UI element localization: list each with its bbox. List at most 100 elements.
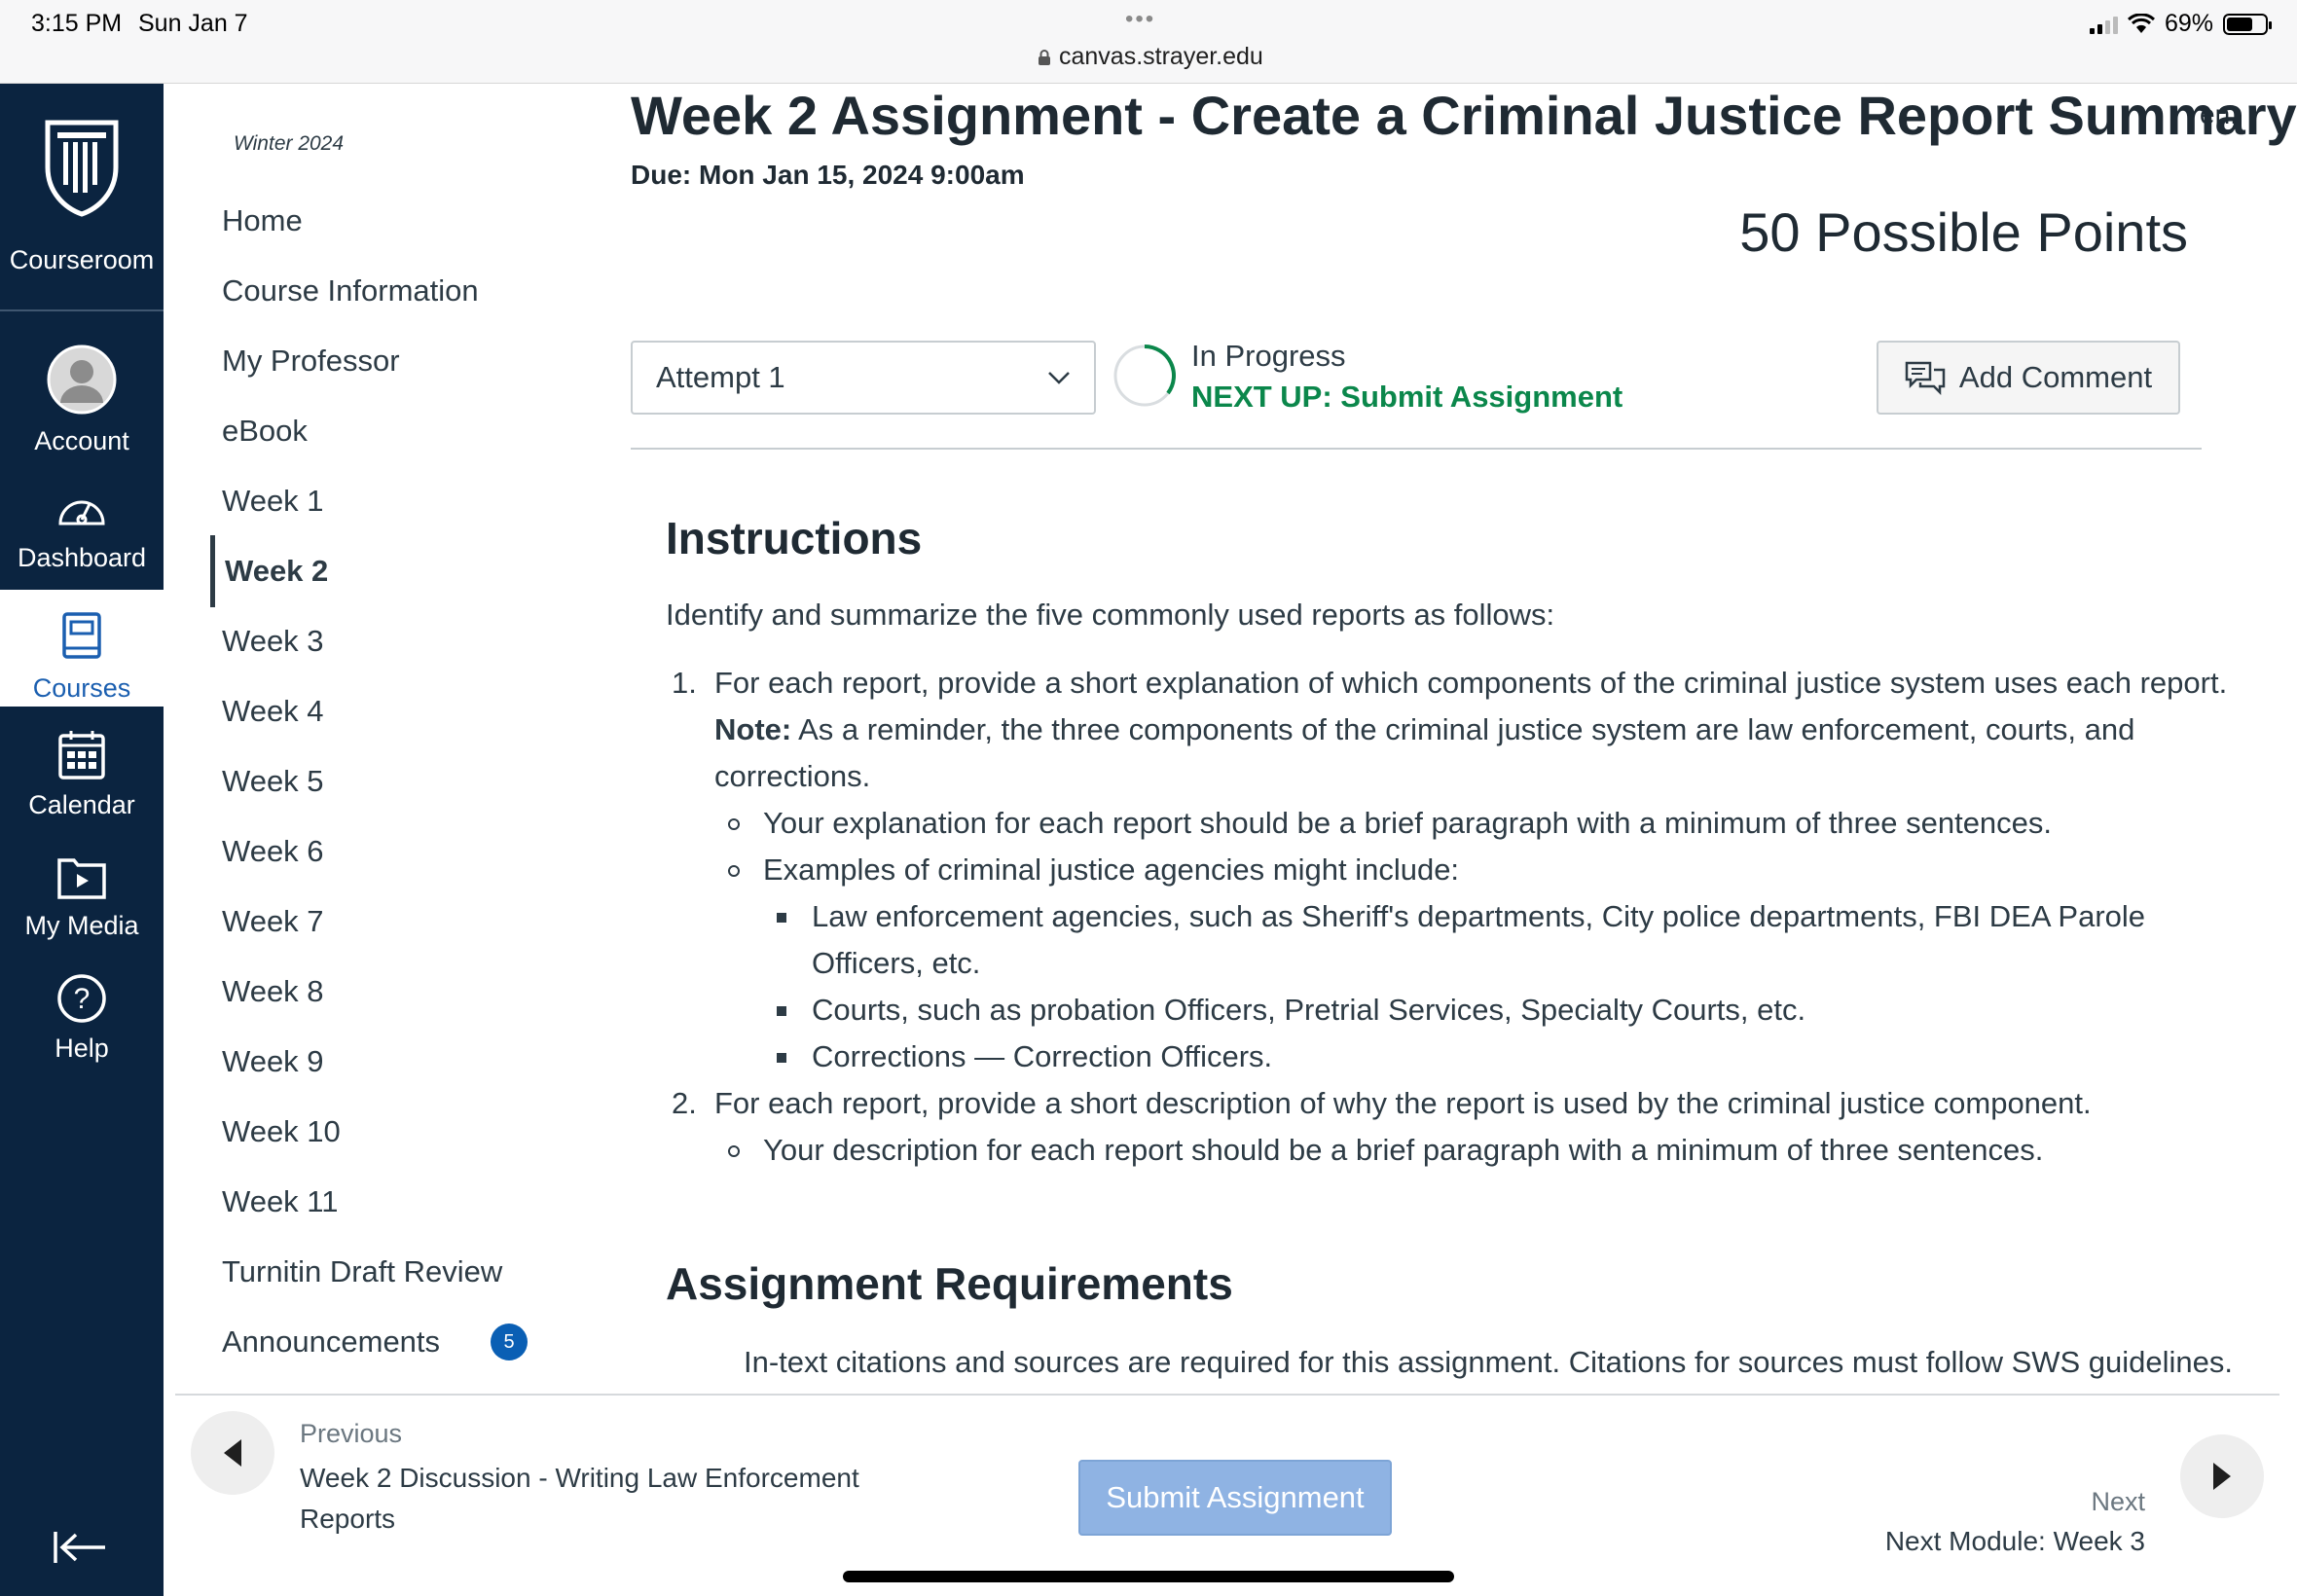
submit-assignment-button[interactable]: Submit Assignment (1078, 1460, 1392, 1536)
course-nav-ebook[interactable]: eBook (222, 407, 308, 455)
global-nav-dashboard[interactable]: Dashboard (0, 490, 164, 588)
list-item-text: Your explanation for each report should … (763, 806, 2053, 840)
global-nav-my-media[interactable]: My Media (0, 852, 164, 960)
next-up-text: NEXT UP: Submit Assignment (1191, 380, 1623, 414)
progress-ring-icon (1113, 345, 1176, 407)
courses-label: Courses (32, 673, 131, 703)
list-item: 2. For each report, provide a short desc… (666, 1080, 2262, 1174)
media-folder-icon (57, 858, 106, 899)
wifi-icon (2127, 13, 2155, 33)
my-media-label: My Media (24, 911, 139, 940)
header-divider (631, 448, 2202, 450)
courseroom-label: Courseroom (9, 245, 155, 274)
list-item-text: Law enforcement agencies, such as Sherif… (812, 899, 2146, 980)
truncated-text: en, (2200, 99, 2238, 129)
instructions-intro: Identify and summarize the five commonly… (666, 598, 1555, 632)
requirements-heading: Assignment Requirements (666, 1258, 1233, 1309)
collapse-arrow-icon[interactable] (53, 1530, 107, 1565)
course-nav-home[interactable]: Home (222, 197, 303, 245)
course-nav-week-8[interactable]: Week 8 (222, 967, 324, 1016)
course-nav-my-professor[interactable]: My Professor (222, 337, 400, 385)
account-avatar-icon (47, 345, 117, 415)
course-nav-turnitin-draft-review[interactable]: Turnitin Draft Review (222, 1248, 502, 1296)
instructions-list: 1. For each report, provide a short expl… (666, 660, 2262, 1174)
home-indicator[interactable] (843, 1571, 1454, 1582)
list-item: Your explanation for each report should … (714, 800, 2262, 847)
list-item: Examples of criminal justice agencies mi… (714, 847, 2262, 1080)
due-date: Due: Mon Jan 15, 2024 9:00am (631, 160, 1025, 190)
calendar-label: Calendar (28, 790, 135, 819)
book-icon (62, 612, 101, 659)
account-label: Account (34, 426, 129, 455)
global-nav-divider (0, 309, 164, 311)
status-time: 3:15 PM (31, 10, 123, 37)
list-item-text: Courts, such as probation Officers, Pret… (812, 993, 1806, 1027)
global-nav-courses[interactable]: Courses (0, 590, 164, 707)
battery-percent: 69% (2164, 10, 2213, 37)
calendar-icon (58, 731, 105, 780)
list-item-text: For each report, provide a short descrip… (714, 1086, 2092, 1120)
tab-dots-icon[interactable]: ••• (1125, 6, 1155, 33)
active-indicator (210, 535, 215, 607)
instructions-heading: Instructions (666, 513, 923, 563)
ios-status-bar: 3:15 PM Sun Jan 7 ••• canvas.strayer.edu… (0, 0, 2297, 84)
attempt-select-value: Attempt 1 (656, 360, 785, 394)
next-item-link[interactable]: Next Module: Week 3 (1885, 1526, 2145, 1557)
battery-icon (2223, 13, 2272, 35)
course-nav-week-5[interactable]: Week 5 (222, 757, 324, 806)
list-number: 2. (672, 1086, 697, 1120)
page-title: Week 2 Assignment - Create a Criminal Ju… (631, 85, 2297, 146)
triangle-right-icon (2213, 1463, 2231, 1490)
square-bullet-icon (777, 1006, 786, 1016)
next-button[interactable] (2180, 1434, 2264, 1518)
sub-sub-list: Law enforcement agencies, such as Sherif… (763, 893, 2262, 1080)
svg-text:?: ? (74, 983, 91, 1015)
course-nav-week-11[interactable]: Week 11 (222, 1178, 338, 1226)
global-nav: Courseroom Account Dashboard Courses Cal… (0, 84, 164, 1596)
status-date: Sun Jan 7 (138, 10, 248, 37)
course-nav-week-7[interactable]: Week 7 (222, 897, 324, 946)
address-bar[interactable]: canvas.strayer.edu (1038, 43, 1263, 71)
course-nav-week-3[interactable]: Week 3 (222, 617, 324, 666)
add-comment-button[interactable]: Add Comment (1877, 341, 2180, 415)
next-label: Next (2091, 1487, 2145, 1516)
cellular-signal-icon (2089, 15, 2118, 34)
note-label: Note: (714, 712, 792, 746)
course-nav-week-1[interactable]: Week 1 (222, 477, 324, 526)
global-nav-account[interactable]: Account (0, 345, 164, 459)
url-text: canvas.strayer.edu (1059, 43, 1263, 70)
circle-bullet-icon (728, 865, 740, 877)
course-nav-week-2[interactable]: Week 2 (225, 547, 328, 596)
global-nav-help[interactable]: ? Help (0, 973, 164, 1080)
chevron-down-icon (1048, 372, 1070, 384)
previous-label: Previous (300, 1419, 403, 1448)
comment-icon (1905, 361, 1946, 395)
list-item: Corrections — Correction Officers. (763, 1034, 2262, 1080)
course-nav-week-6[interactable]: Week 6 (222, 827, 324, 876)
course-nav-week-4[interactable]: Week 4 (222, 687, 324, 736)
add-comment-label: Add Comment (1958, 360, 2153, 394)
course-nav-course-information[interactable]: Course Information (222, 267, 479, 315)
previous-button[interactable] (191, 1411, 274, 1495)
list-item: Courts, such as probation Officers, Pret… (763, 987, 2262, 1034)
status-text: In Progress (1191, 339, 1346, 373)
dashboard-gauge-icon (58, 500, 105, 526)
attempt-select[interactable]: Attempt 1 (631, 341, 1096, 415)
battery-fill (2227, 17, 2253, 31)
circle-bullet-icon (728, 818, 740, 830)
instructions-section: Instructions Identify and summarize the … (666, 512, 2262, 1174)
course-nav-announcements[interactable]: Announcements 5 (222, 1318, 529, 1366)
note-text: As a reminder, the three components of t… (714, 712, 2135, 793)
list-item: Law enforcement agencies, such as Sherif… (763, 893, 2262, 987)
previous-item-link[interactable]: Week 2 Discussion - Writing Law Enforcem… (300, 1458, 903, 1540)
square-bullet-icon (777, 913, 786, 923)
course-nav-week-10[interactable]: Week 10 (222, 1107, 341, 1156)
unread-count-badge: 5 (491, 1324, 529, 1360)
list-item: Your description for each report should … (714, 1127, 2262, 1174)
global-nav-calendar[interactable]: Calendar (0, 730, 164, 837)
courseroom-logo-link[interactable]: Courseroom (0, 117, 164, 275)
strayer-logo-icon (45, 120, 119, 217)
course-nav: Winter 2024 Home Course Information My P… (164, 84, 611, 1388)
status-right: 69% (2089, 10, 2272, 38)
course-nav-week-9[interactable]: Week 9 (222, 1037, 324, 1086)
